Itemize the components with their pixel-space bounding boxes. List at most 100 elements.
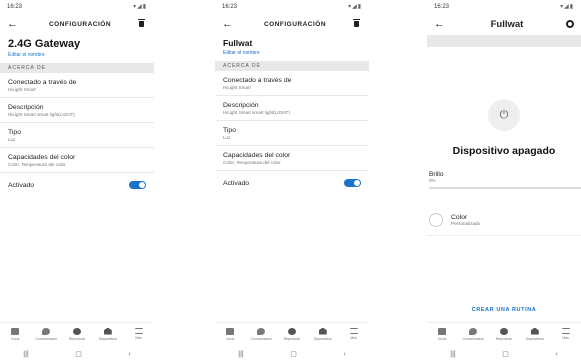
recents-icon[interactable]: ||| bbox=[23, 351, 28, 358]
edit-name-link[interactable]: Editar el nombre bbox=[0, 50, 154, 62]
recents-icon[interactable]: ||| bbox=[238, 351, 243, 358]
home-button-icon[interactable]: ▢ bbox=[502, 350, 509, 358]
power-button[interactable]: ⏻ bbox=[488, 99, 520, 131]
row-value: HiLight Smart bbox=[8, 87, 36, 92]
back-icon[interactable]: ‹ bbox=[343, 351, 345, 358]
power-wrap: ⏻ bbox=[427, 99, 581, 131]
home-button-icon[interactable]: ▢ bbox=[290, 350, 297, 358]
nav-label: Reproducir bbox=[68, 336, 86, 341]
home-icon bbox=[11, 327, 20, 335]
nav-label: Dispositivos bbox=[98, 336, 117, 341]
device-name: Fullwat bbox=[223, 38, 253, 48]
system-nav: ||| ▢ ‹ bbox=[0, 347, 154, 361]
nav-label: Dispositivos bbox=[525, 336, 544, 341]
gear-icon[interactable] bbox=[565, 20, 574, 28]
row-title: Conectado a través de bbox=[8, 79, 77, 86]
status-icons: ▾◢▮ bbox=[133, 4, 147, 10]
color-row[interactable]: Color Personalizado bbox=[427, 213, 581, 236]
nav-play[interactable]: Reproducir bbox=[277, 323, 307, 345]
nav-devices[interactable]: Dispositivos bbox=[93, 323, 123, 345]
row-title: Tipo bbox=[223, 127, 236, 134]
devices-icon bbox=[530, 327, 539, 335]
nav-play[interactable]: Reproducir bbox=[62, 323, 92, 345]
nav-communication[interactable]: Comunicación bbox=[31, 323, 61, 345]
enabled-label: Activado bbox=[8, 181, 35, 189]
nav-label: Dispositivos bbox=[313, 336, 332, 341]
bottom-nav: Inicio Comunicación Reproducir Dispositi… bbox=[0, 322, 154, 345]
create-routine-button[interactable]: CREAR UNA RUTINA bbox=[427, 307, 581, 313]
status-time: 16:23 bbox=[434, 3, 450, 10]
row-value: HiLight Smart smart light(LIGHT) bbox=[8, 112, 75, 117]
chat-icon bbox=[469, 327, 478, 335]
brightness-section: Brillo 0% bbox=[427, 157, 581, 183]
trash-icon[interactable] bbox=[137, 19, 145, 27]
nav-more[interactable]: Más bbox=[551, 323, 581, 345]
row-connected: Conectado a través de HiLight Smart bbox=[0, 73, 154, 98]
play-icon bbox=[499, 327, 508, 335]
section-header: ACERCA DE bbox=[215, 61, 369, 71]
brightness-slider[interactable] bbox=[429, 187, 581, 189]
devices-icon bbox=[318, 327, 327, 335]
back-arrow-icon[interactable]: ← bbox=[222, 18, 236, 30]
row-value: Color, Temperatura del color bbox=[8, 162, 66, 167]
row-value: HiLight Smart smart light(LIGHT) bbox=[223, 110, 290, 115]
app-bar: ← CONFIGURACIÓN bbox=[215, 13, 369, 35]
row-title: Tipo bbox=[8, 129, 21, 136]
row-title: Conectado a través de bbox=[223, 77, 292, 84]
device-name: 2.4G Gateway bbox=[8, 38, 81, 50]
enabled-label: Activado bbox=[223, 179, 250, 187]
row-color-capabilities: Capacidades del color Color, Temperatura… bbox=[0, 148, 154, 173]
nav-label: Inicio bbox=[11, 336, 20, 341]
nav-communication[interactable]: Comunicación bbox=[246, 323, 276, 345]
nav-devices[interactable]: Dispositivos bbox=[520, 323, 550, 345]
nav-more[interactable]: Más bbox=[339, 323, 369, 345]
nav-communication[interactable]: Comunicación bbox=[458, 323, 488, 345]
nav-label: Reproducir bbox=[495, 336, 513, 341]
edit-name-link[interactable]: Editar el nombre bbox=[215, 48, 369, 60]
back-arrow-icon[interactable]: ← bbox=[7, 18, 21, 30]
nav-play[interactable]: Reproducir bbox=[489, 323, 519, 345]
brightness-label: Brillo bbox=[429, 171, 444, 178]
menu-icon bbox=[349, 328, 358, 334]
enabled-toggle[interactable] bbox=[344, 179, 361, 187]
row-title: Descripción bbox=[223, 102, 259, 109]
app-bar: ← CONFIGURACIÓN bbox=[0, 13, 154, 35]
nav-devices[interactable]: Dispositivos bbox=[308, 323, 338, 345]
row-value: Luz bbox=[223, 135, 231, 140]
brightness-value: 0% bbox=[429, 178, 436, 183]
bottom-nav: Inicio Comunicación Reproducir Dispositi… bbox=[215, 322, 369, 345]
color-label: Color bbox=[451, 214, 468, 221]
trash-icon[interactable] bbox=[352, 19, 360, 27]
back-arrow-icon[interactable]: ← bbox=[434, 18, 448, 30]
phone-screen-3: 16:23 ▾◢▮ ← Fullwat ⏻ Dispositivo apagad… bbox=[427, 0, 581, 363]
row-value: HiLight Smart bbox=[223, 85, 251, 90]
section-header: ACERCA DE bbox=[0, 63, 154, 73]
back-icon[interactable]: ‹ bbox=[555, 351, 557, 358]
home-button-icon[interactable]: ▢ bbox=[75, 350, 82, 358]
row-title: Descripción bbox=[8, 104, 44, 111]
nav-label: Comunicación bbox=[250, 336, 272, 341]
devices-icon bbox=[103, 327, 112, 335]
nav-home[interactable]: Inicio bbox=[215, 323, 245, 345]
header-band bbox=[427, 35, 581, 47]
phone-screen-1: 16:23 ▾◢▮ ← CONFIGURACIÓN 2.4G Gateway E… bbox=[0, 0, 154, 363]
row-title: Capacidades del color bbox=[223, 152, 291, 159]
system-nav: ||| ▢ ‹ bbox=[215, 347, 369, 361]
row-value: Luz bbox=[8, 137, 16, 142]
enabled-row: Activado bbox=[215, 171, 369, 195]
nav-home[interactable]: Inicio bbox=[427, 323, 457, 345]
nav-label: Más bbox=[562, 336, 569, 340]
enabled-toggle[interactable] bbox=[129, 181, 146, 189]
row-description: Descripción HiLight Smart smart light(LI… bbox=[215, 96, 369, 121]
recents-icon[interactable]: ||| bbox=[450, 351, 455, 358]
chat-icon bbox=[257, 327, 266, 335]
back-icon[interactable]: ‹ bbox=[128, 351, 130, 358]
status-icons: ▾◢▮ bbox=[560, 4, 574, 10]
nav-label: Comunicación bbox=[462, 336, 484, 341]
play-icon bbox=[287, 327, 296, 335]
nav-more[interactable]: Más bbox=[124, 323, 154, 345]
home-icon bbox=[226, 327, 235, 335]
row-connected: Conectado a través de HiLight Smart bbox=[215, 71, 369, 96]
status-time: 16:23 bbox=[222, 3, 238, 10]
nav-home[interactable]: Inicio bbox=[0, 323, 30, 345]
